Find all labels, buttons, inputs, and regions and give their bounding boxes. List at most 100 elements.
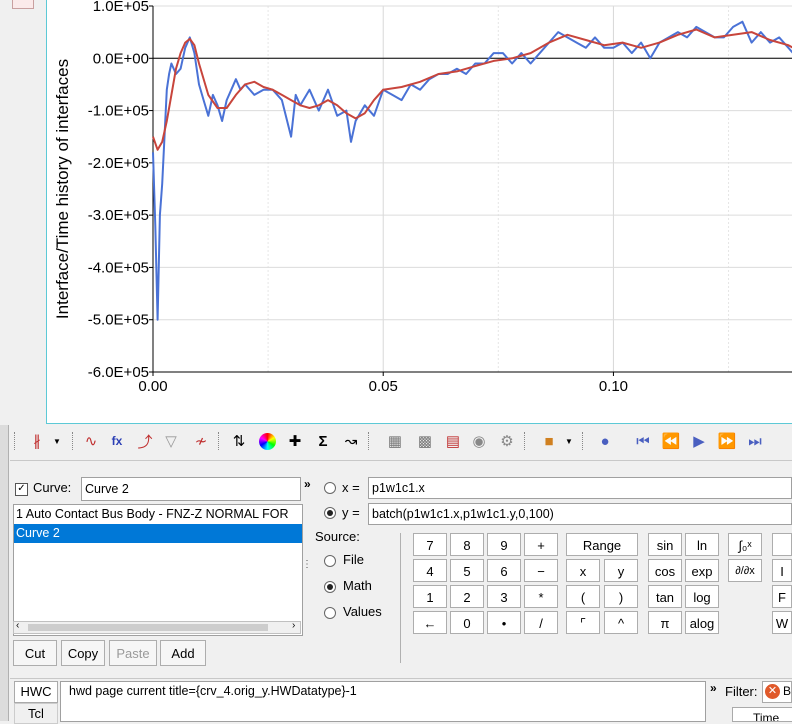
x-expression-field[interactable]: p1w1c1.x	[368, 477, 792, 499]
list-item-selected[interactable]: Curve 2	[14, 524, 302, 543]
curve-type-icon[interactable]: ∦	[26, 430, 48, 452]
line-chart[interactable]: 1.0E+05 0.0E+00 -1.0E+05 -2.0E+05 -3.0E+05 -4…	[47, 0, 792, 423]
curve-visible-checkbox[interactable]: ✓	[15, 483, 28, 496]
filter-icon[interactable]: ▽	[160, 430, 182, 452]
cut-button[interactable]: Cut	[13, 640, 57, 666]
curve-list[interactable]: 1 Auto Contact Bus Body - FNZ-Z NORMAL F…	[13, 504, 303, 636]
side-key-4[interactable]: W	[772, 611, 792, 634]
key-bracket[interactable]: ⌜	[566, 611, 600, 634]
add-button[interactable]: Add	[160, 640, 206, 666]
settings-gear-icon[interactable]: ⚙	[496, 430, 518, 452]
command-expand-chevron[interactable]: »	[710, 681, 717, 695]
side-key-2[interactable]: I	[772, 559, 792, 582]
key-x[interactable]: x	[566, 559, 600, 582]
splitter-grip[interactable]: ⋮	[302, 559, 312, 570]
y-tick-label: -1.0E+05	[88, 103, 149, 120]
key-0[interactable]: 0	[450, 611, 484, 634]
color-wheel-icon[interactable]	[256, 430, 278, 452]
key-6[interactable]: 6	[487, 559, 521, 582]
key-ln[interactable]: ln	[685, 533, 719, 556]
key-log[interactable]: log	[685, 585, 719, 608]
peak-marker-icon[interactable]: ⇅	[228, 430, 250, 452]
key-y[interactable]: y	[604, 559, 638, 582]
side-key-3[interactable]: F	[772, 585, 792, 608]
command-window: HWC Tcl hwd page current title={crv_4.or…	[10, 678, 792, 724]
key-4[interactable]: 4	[413, 559, 447, 582]
y-radio[interactable]	[324, 507, 336, 519]
scroll-right-icon[interactable]: ›	[292, 620, 295, 631]
key-sin[interactable]: sin	[648, 533, 682, 556]
first-frame-icon[interactable]: ⏮	[632, 430, 654, 452]
key-1[interactable]: 1	[413, 585, 447, 608]
delete-curve-icon[interactable]: ≁	[190, 430, 212, 452]
x-tick-label: 0.05	[369, 378, 398, 395]
key-backspace[interactable]: ←	[413, 611, 447, 634]
time-column-header[interactable]: Time	[732, 707, 792, 722]
key-alog[interactable]: alog	[685, 611, 719, 634]
key-multiply[interactable]: *	[524, 585, 558, 608]
list-horizontal-scrollbar[interactable]: ‹ ›	[13, 620, 301, 634]
y-tick-label: -3.0E+05	[88, 207, 149, 224]
palette-dropdown-icon[interactable]: ▼	[558, 430, 580, 452]
key-7[interactable]: 7	[413, 533, 447, 556]
filter-box[interactable]: ✕ B	[762, 681, 792, 703]
key-5[interactable]: 5	[450, 559, 484, 582]
play-mode-icon[interactable]: ●	[594, 430, 616, 452]
vector-icon[interactable]: ↝	[340, 430, 362, 452]
key-open-paren[interactable]: (	[566, 585, 600, 608]
last-frame-icon[interactable]: ⏭	[744, 430, 766, 452]
source-values-radio[interactable]	[324, 607, 336, 619]
scroll-left-icon[interactable]: ‹	[16, 620, 19, 631]
y-tick-label: -2.0E+05	[88, 155, 149, 172]
expand-chevron[interactable]: »	[304, 477, 311, 491]
curve-editor-icon[interactable]: ∿	[80, 430, 102, 452]
key-power[interactable]: ^	[604, 611, 638, 634]
palette-icon[interactable]: ■	[538, 430, 560, 452]
play-icon[interactable]: ▶	[688, 430, 710, 452]
key-exp[interactable]: exp	[685, 559, 719, 582]
key-2[interactable]: 2	[450, 585, 484, 608]
key-minus[interactable]: −	[524, 559, 558, 582]
y-expression-field[interactable]: batch(p1w1c1.x,p1w1c1.y,0,100)	[368, 503, 792, 525]
source-file-radio[interactable]	[324, 555, 336, 567]
prev-frame-icon[interactable]: ⏪	[660, 430, 682, 452]
key-plus[interactable]: +	[524, 533, 558, 556]
source-values-label: Values	[343, 604, 382, 619]
key-close-paren[interactable]: )	[604, 585, 638, 608]
key-cos[interactable]: cos	[648, 559, 682, 582]
window-tab-icon[interactable]	[12, 0, 34, 9]
command-input[interactable]: hwd page current title={crv_4.orig_y.HWD…	[60, 681, 706, 722]
integral-icon[interactable]: ∫₀ˣ	[728, 533, 762, 556]
key-dot[interactable]: •	[487, 611, 521, 634]
scrollbar-thumb[interactable]	[28, 624, 268, 631]
range-button[interactable]: Range	[566, 533, 638, 556]
paste-button[interactable]: Paste	[109, 640, 157, 666]
x-tick-label: 0.00	[138, 378, 167, 395]
annotation-icon[interactable]: ◉	[468, 430, 490, 452]
copy-button[interactable]: Copy	[61, 640, 105, 666]
define-curve-fx-icon[interactable]: fx	[106, 430, 128, 452]
plot-dropdown-icon[interactable]: ▼	[46, 430, 68, 452]
source-math-radio[interactable]	[324, 581, 336, 593]
grid-icon[interactable]: ▦	[384, 430, 406, 452]
key-8[interactable]: 8	[450, 533, 484, 556]
toolbar-separator	[72, 432, 75, 450]
page-icon[interactable]: ▤	[442, 430, 464, 452]
curve-name-field[interactable]: Curve 2	[81, 477, 301, 501]
sigma-icon[interactable]: Σ	[312, 430, 334, 452]
crosshair-icon[interactable]: ✚	[284, 430, 306, 452]
add-curve-icon[interactable]: ⤴	[134, 430, 156, 452]
list-item[interactable]: 1 Auto Contact Bus Body - FNZ-Z NORMAL F…	[14, 505, 302, 524]
side-key-1[interactable]	[772, 533, 792, 556]
tab-hwc[interactable]: HWC	[14, 681, 58, 703]
x-radio[interactable]	[324, 482, 336, 494]
key-3[interactable]: 3	[487, 585, 521, 608]
next-frame-icon[interactable]: ⏩	[716, 430, 738, 452]
table-icon[interactable]: ▩	[414, 430, 436, 452]
source-math-label: Math	[343, 578, 372, 593]
key-tan[interactable]: tan	[648, 585, 682, 608]
derivative-icon[interactable]: ∂/∂x	[728, 559, 762, 582]
key-pi[interactable]: π	[648, 611, 682, 634]
key-divide[interactable]: /	[524, 611, 558, 634]
key-9[interactable]: 9	[487, 533, 521, 556]
